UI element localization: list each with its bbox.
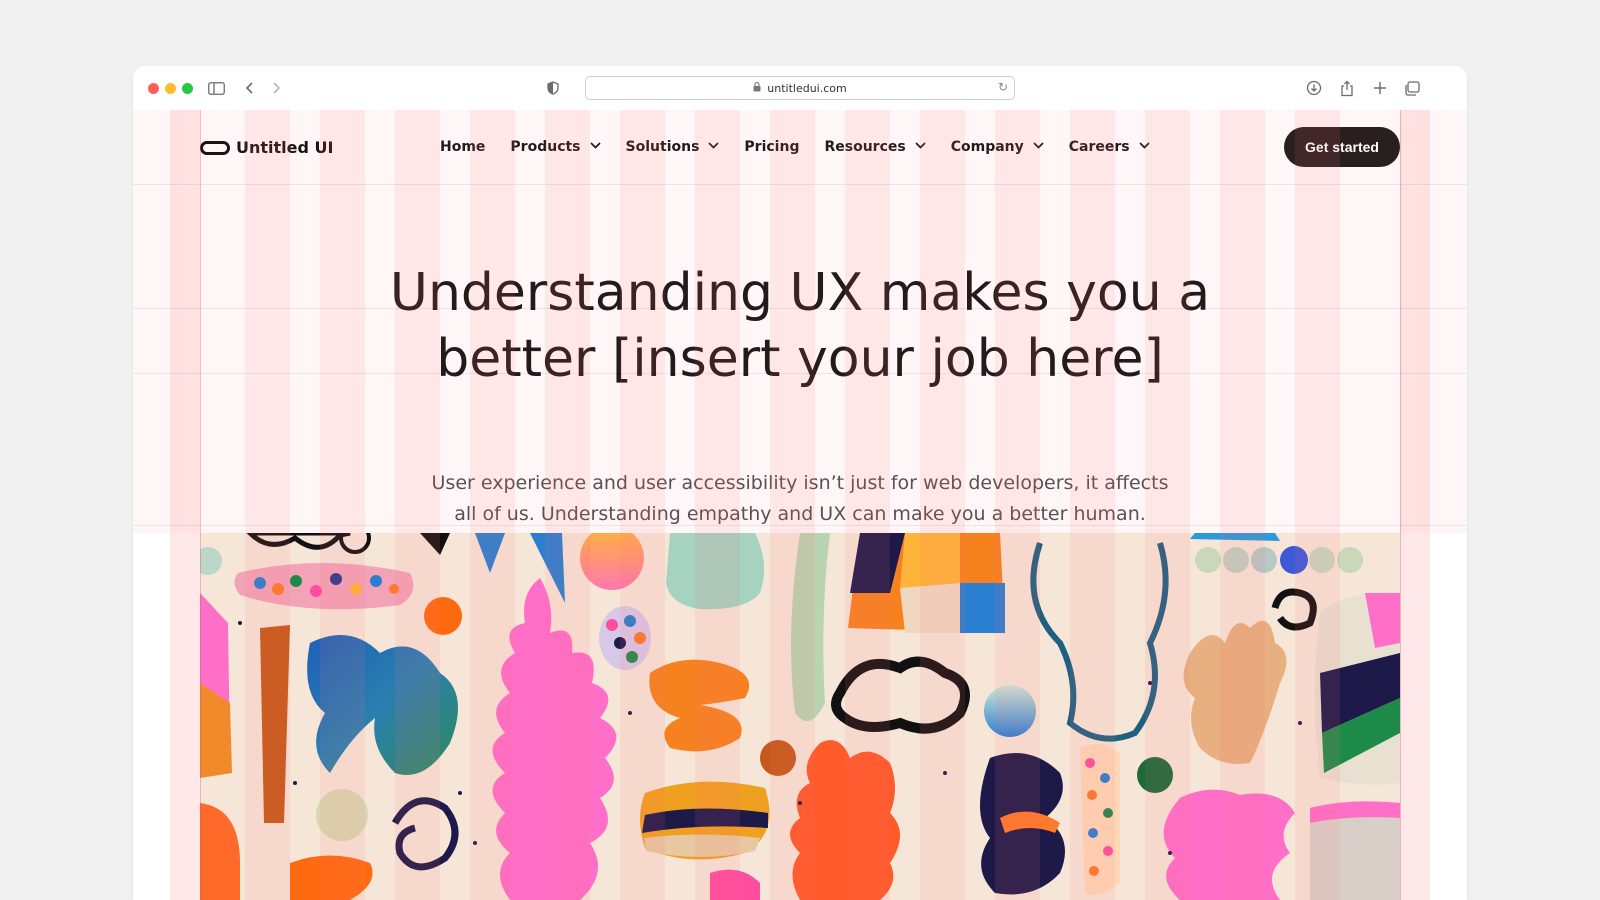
nav-item-solutions[interactable]: Solutions bbox=[626, 139, 720, 155]
lock-icon bbox=[753, 81, 761, 95]
sidebar-icon[interactable] bbox=[204, 76, 228, 100]
nav-item-products[interactable]: Products bbox=[510, 139, 601, 155]
chevron-down-icon bbox=[915, 141, 926, 152]
nav-item-company[interactable]: Company bbox=[951, 139, 1044, 155]
download-icon[interactable] bbox=[1302, 76, 1326, 100]
nav-item-resources[interactable]: Resources bbox=[824, 139, 926, 155]
nav-item-label: Pricing bbox=[744, 139, 800, 155]
chevron-down-icon bbox=[708, 141, 720, 152]
get-started-button[interactable]: Get started bbox=[1284, 127, 1400, 167]
chevron-down-icon bbox=[1139, 141, 1150, 152]
hero-title: Understanding UX makes you a better [ins… bbox=[133, 260, 1467, 392]
plus-icon[interactable] bbox=[1368, 76, 1392, 100]
nav-item-label: Solutions bbox=[625, 139, 700, 155]
address-bar[interactable]: untitledui.com ↻ bbox=[585, 76, 1015, 100]
chevron-down-icon bbox=[1033, 141, 1044, 152]
url-text: untitledui.com bbox=[767, 81, 847, 95]
nav-item-label: Resources bbox=[824, 139, 906, 155]
hero-subtitle-line: User experience and user accessibility i… bbox=[431, 472, 1169, 494]
browser-window: untitledui.com ↻ Untitled UI Home Produc… bbox=[133, 66, 1467, 900]
minimize-window-button[interactable] bbox=[165, 83, 176, 94]
tabs-icon[interactable] bbox=[1400, 76, 1424, 100]
nav-item-label: Products bbox=[510, 139, 581, 155]
shield-icon[interactable] bbox=[541, 76, 565, 100]
nav-item-label: Home bbox=[440, 139, 486, 155]
chevron-right-icon[interactable] bbox=[264, 76, 288, 100]
chevron-left-icon[interactable] bbox=[238, 76, 262, 100]
reload-icon[interactable]: ↻ bbox=[998, 80, 1008, 94]
close-window-button[interactable] bbox=[148, 83, 159, 94]
nav-item-pricing[interactable]: Pricing bbox=[744, 139, 799, 155]
abstract-shapes-illustration bbox=[200, 533, 1400, 900]
hero-title-line: better [insert your job here] bbox=[436, 329, 1164, 389]
hero-subtitle: User experience and user accessibility i… bbox=[133, 468, 1467, 530]
nav-item-label: Company bbox=[950, 139, 1024, 155]
hero-title-line: Understanding UX makes you a bbox=[389, 263, 1211, 323]
chevron-down-icon bbox=[589, 141, 601, 152]
browser-toolbar: untitledui.com ↻ bbox=[133, 66, 1467, 111]
nav-item-home[interactable]: Home bbox=[440, 139, 485, 155]
hero-subtitle-line: all of us. Understanding empathy and UX … bbox=[454, 503, 1146, 525]
nav-item-label: Careers bbox=[1068, 139, 1130, 155]
site-header: Untitled UI Home Products Solutions Pric… bbox=[133, 110, 1467, 184]
nav-item-careers[interactable]: Careers bbox=[1069, 139, 1150, 155]
web-page: Untitled UI Home Products Solutions Pric… bbox=[133, 110, 1467, 900]
main-nav: Home Products Solutions Pricing Resource… bbox=[440, 139, 1175, 155]
site-logo[interactable]: Untitled UI bbox=[200, 138, 333, 157]
logo-text: Untitled UI bbox=[236, 138, 334, 157]
logo-mark-icon bbox=[200, 140, 230, 155]
share-icon[interactable] bbox=[1335, 76, 1359, 100]
hero-illustration bbox=[200, 533, 1400, 900]
zoom-window-button[interactable] bbox=[182, 83, 193, 94]
